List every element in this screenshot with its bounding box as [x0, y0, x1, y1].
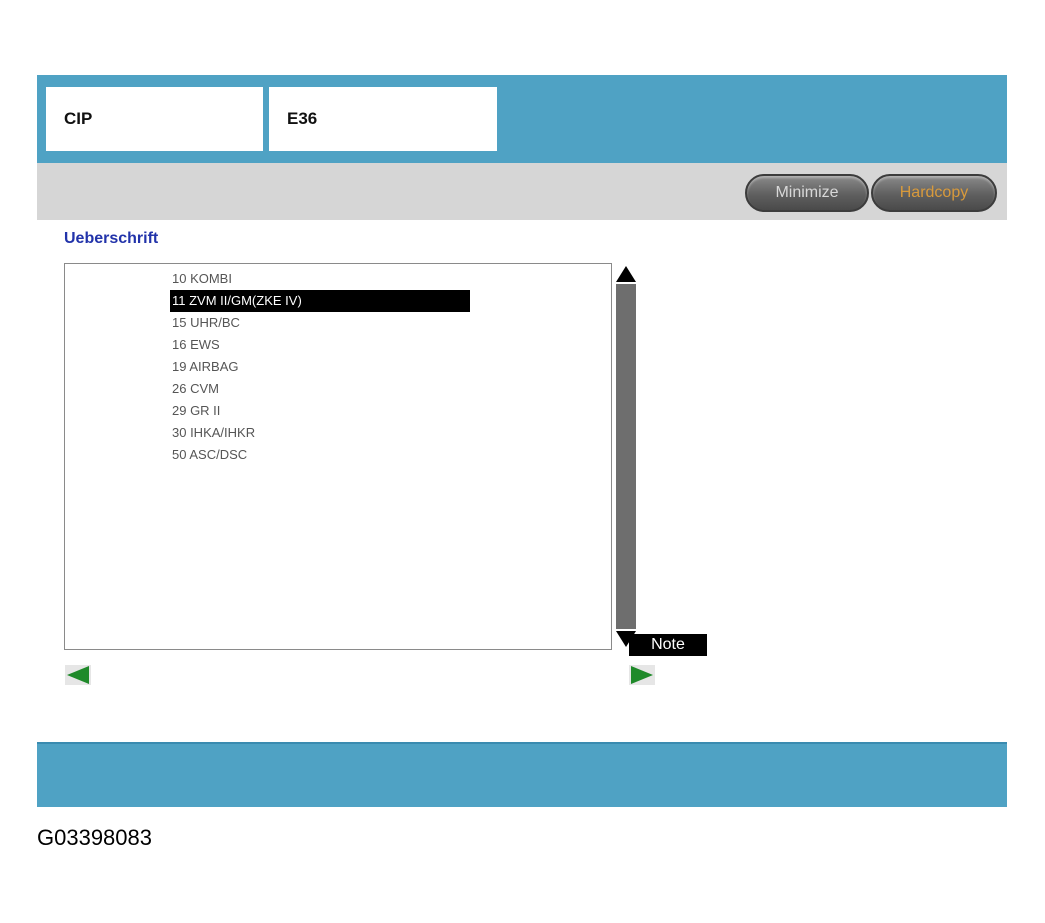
list-item[interactable]: 29 GR II [170, 400, 470, 422]
note-button[interactable]: Note [629, 634, 707, 656]
list-item[interactable]: 16 EWS [170, 334, 470, 356]
minimize-button[interactable]: Minimize [745, 174, 869, 212]
list-item[interactable]: 30 IHKA/IHKR [170, 422, 470, 444]
control-unit-listbox[interactable]: 10 KOMBI 11 ZVM II/GM(ZKE IV) 15 UHR/BC 16 … [64, 263, 636, 650]
list-item[interactable]: 19 AIRBAG [170, 356, 470, 378]
footer-banner [37, 742, 1007, 807]
figure-id: G03398083 [37, 825, 152, 850]
triangle-up-icon[interactable] [615, 264, 637, 284]
scrollbar-track[interactable] [616, 284, 636, 629]
arrow-left-icon[interactable] [65, 665, 91, 685]
list-item[interactable]: 26 CVM [170, 378, 470, 400]
toolbar: Minimize Hardcopy [37, 163, 1007, 220]
system-label-box: CIP [46, 87, 263, 151]
list-item[interactable]: 50 ASC/DSC [170, 444, 470, 466]
list-items: 10 KOMBI 11 ZVM II/GM(ZKE IV) 15 UHR/BC 16 … [170, 268, 470, 466]
vertical-scrollbar[interactable] [615, 264, 637, 649]
page-heading: Ueberschrift [64, 230, 159, 247]
model-label-box: E36 [269, 87, 497, 151]
system-label: CIP [64, 109, 93, 128]
arrow-right-icon[interactable] [629, 665, 655, 685]
model-label: E36 [287, 109, 318, 128]
main-content: Ueberschrift 10 KOMBI 11 ZVM II/GM(ZKE IV… [37, 220, 1007, 742]
header-banner: CIP E36 [37, 75, 1007, 165]
list-item[interactable]: 15 UHR/BC [170, 312, 470, 334]
hardcopy-button[interactable]: Hardcopy [871, 174, 997, 212]
list-item[interactable]: 10 KOMBI [170, 268, 470, 290]
app-window: CIP E36 Minimize Hardcopy Ueberschrift 1… [37, 75, 1007, 807]
list-item[interactable]: 11 ZVM II/GM(ZKE IV) [170, 290, 470, 312]
